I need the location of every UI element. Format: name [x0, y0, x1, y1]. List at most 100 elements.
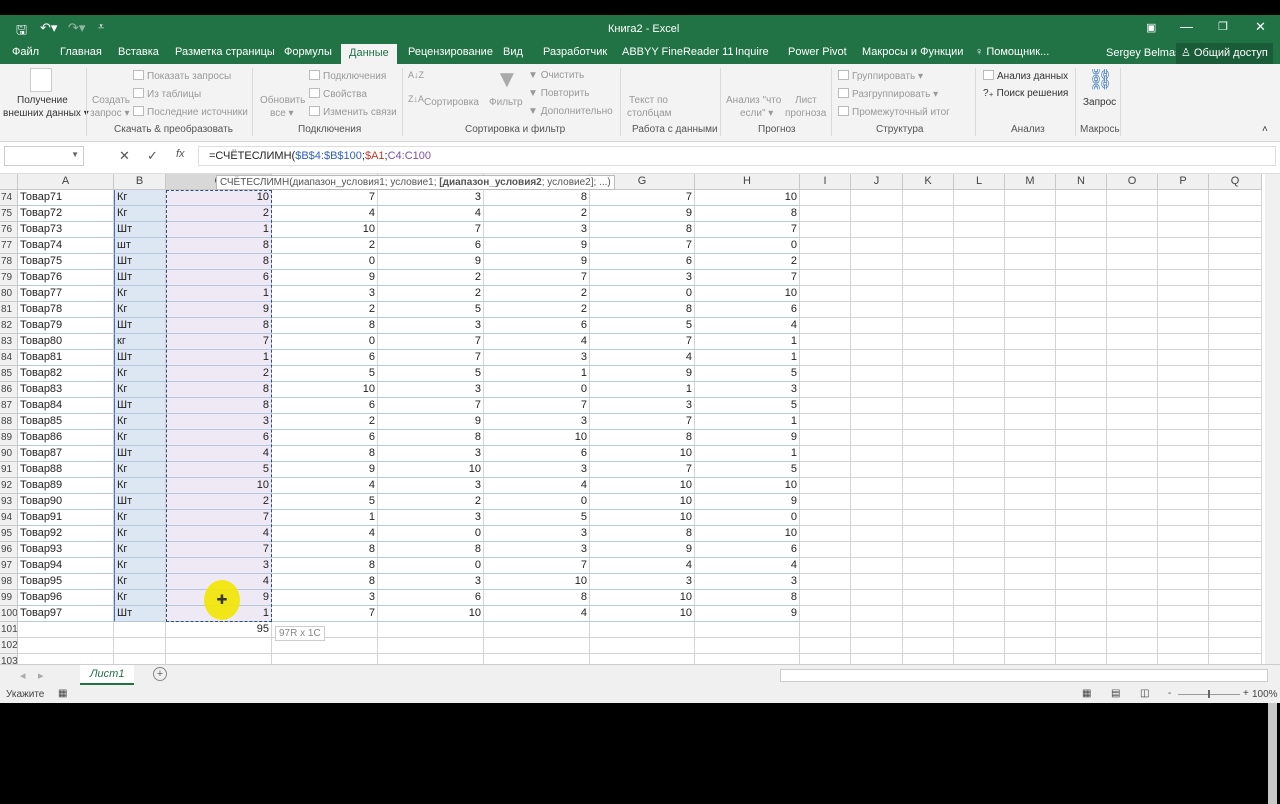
column-header-O[interactable]: O: [1107, 174, 1158, 190]
cell[interactable]: 6: [272, 350, 378, 366]
cell[interactable]: 10: [695, 190, 800, 206]
cell[interactable]: [1158, 302, 1209, 318]
cell[interactable]: 8: [484, 190, 590, 206]
cell[interactable]: 7: [590, 238, 695, 254]
share-button[interactable]: ♙ Общий доступ: [1176, 43, 1273, 64]
cell[interactable]: [851, 590, 903, 606]
row-header[interactable]: 87: [0, 398, 18, 414]
row-header[interactable]: 77: [0, 238, 18, 254]
cell[interactable]: [954, 414, 1005, 430]
cell[interactable]: [954, 382, 1005, 398]
cell[interactable]: 7: [695, 222, 800, 238]
cell[interactable]: [1005, 478, 1056, 494]
cell[interactable]: [1056, 398, 1107, 414]
cell[interactable]: 1: [484, 366, 590, 382]
what-if-label[interactable]: если" ▾: [740, 108, 773, 119]
cell[interactable]: [851, 222, 903, 238]
sheet-tab-1[interactable]: Лист1: [80, 665, 135, 685]
cell[interactable]: Товар86: [18, 430, 114, 446]
cell[interactable]: [1107, 638, 1158, 654]
cell[interactable]: [695, 654, 800, 664]
cell[interactable]: [800, 574, 851, 590]
cell[interactable]: [1005, 222, 1056, 238]
tell-me[interactable]: ♀ Помощник...: [975, 46, 1049, 58]
cell[interactable]: [851, 574, 903, 590]
cell[interactable]: [1056, 558, 1107, 574]
cell[interactable]: [1056, 366, 1107, 382]
cell[interactable]: [1005, 286, 1056, 302]
cell[interactable]: [903, 334, 954, 350]
cell[interactable]: 0: [272, 334, 378, 350]
cell[interactable]: 5: [378, 366, 484, 382]
cell[interactable]: [1056, 478, 1107, 494]
insert-function-icon[interactable]: fx: [176, 148, 185, 160]
cell[interactable]: Товар89: [18, 478, 114, 494]
cell[interactable]: [1005, 206, 1056, 222]
cell[interactable]: 1: [272, 510, 378, 526]
tab-8[interactable]: Разработчик: [543, 46, 607, 58]
cell[interactable]: [1005, 302, 1056, 318]
cell[interactable]: 6: [484, 318, 590, 334]
cell[interactable]: [1158, 542, 1209, 558]
cell[interactable]: 3: [166, 414, 272, 430]
cell[interactable]: Товар94: [18, 558, 114, 574]
tab-9[interactable]: ABBYY FineReader 11: [622, 46, 734, 58]
cell[interactable]: [1056, 542, 1107, 558]
cell[interactable]: [1005, 318, 1056, 334]
cell[interactable]: [1005, 638, 1056, 654]
cell[interactable]: [1005, 350, 1056, 366]
refresh-all-button[interactable]: Обновить: [260, 95, 305, 106]
cell[interactable]: 3: [484, 350, 590, 366]
cell[interactable]: [1056, 430, 1107, 446]
cell[interactable]: [851, 334, 903, 350]
cell[interactable]: [1107, 430, 1158, 446]
cell[interactable]: Товар87: [18, 446, 114, 462]
cell[interactable]: 5: [166, 462, 272, 478]
cell[interactable]: 7: [272, 606, 378, 622]
cell[interactable]: 95: [166, 622, 272, 638]
cell[interactable]: [378, 622, 484, 638]
cell[interactable]: 3: [484, 414, 590, 430]
cell[interactable]: [1209, 526, 1262, 542]
row-header[interactable]: 102: [0, 638, 18, 654]
select-all-corner[interactable]: [0, 174, 18, 190]
cell[interactable]: 4: [166, 446, 272, 462]
cell[interactable]: 8: [272, 558, 378, 574]
cell[interactable]: 3: [272, 286, 378, 302]
cell[interactable]: Кг: [114, 286, 166, 302]
tab-2[interactable]: Вставка: [118, 46, 159, 58]
cell[interactable]: 9: [272, 270, 378, 286]
cell[interactable]: [1209, 190, 1262, 206]
group-button[interactable]: Группировать ▾: [838, 70, 923, 82]
cell[interactable]: [1107, 302, 1158, 318]
cell[interactable]: Кг: [114, 430, 166, 446]
minimize-icon[interactable]: —: [1180, 19, 1193, 34]
cell[interactable]: Товар74: [18, 238, 114, 254]
cell[interactable]: 7: [590, 334, 695, 350]
cell[interactable]: [903, 638, 954, 654]
cell[interactable]: 0: [695, 510, 800, 526]
cell[interactable]: 9: [166, 302, 272, 318]
cell[interactable]: 4: [272, 478, 378, 494]
cell[interactable]: 10: [590, 606, 695, 622]
cell[interactable]: [1005, 446, 1056, 462]
page-layout-icon[interactable]: ▤: [1111, 688, 1120, 699]
cell[interactable]: Кг: [114, 462, 166, 478]
cell[interactable]: [1107, 318, 1158, 334]
cell[interactable]: Кг: [114, 206, 166, 222]
cell[interactable]: 2: [484, 206, 590, 222]
cell[interactable]: [1107, 510, 1158, 526]
row-header[interactable]: 79: [0, 270, 18, 286]
cell[interactable]: Кг: [114, 542, 166, 558]
cell[interactable]: [1158, 382, 1209, 398]
cell[interactable]: 1: [590, 382, 695, 398]
cell[interactable]: 2: [378, 494, 484, 510]
edit-links-button[interactable]: Изменить связи: [309, 106, 397, 118]
cell[interactable]: 1: [695, 446, 800, 462]
row-header[interactable]: 76: [0, 222, 18, 238]
cell[interactable]: [903, 206, 954, 222]
row-header[interactable]: 95: [0, 526, 18, 542]
tab-11[interactable]: Power Pivot: [788, 46, 847, 58]
cell[interactable]: [954, 558, 1005, 574]
cell[interactable]: [1158, 270, 1209, 286]
